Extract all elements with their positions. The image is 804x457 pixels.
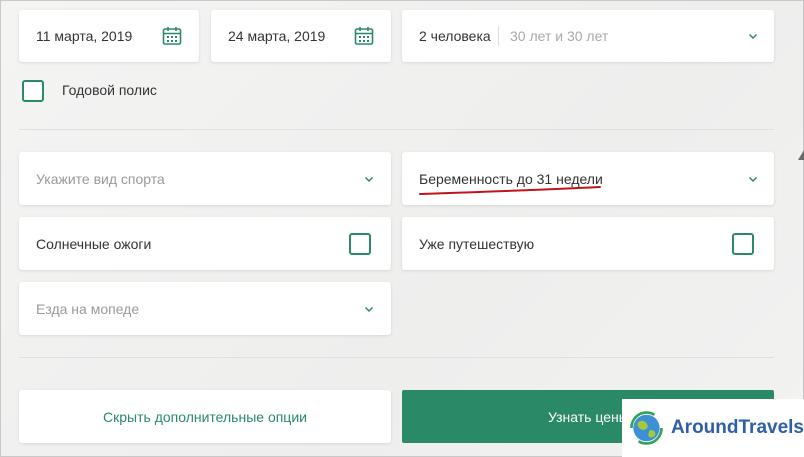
chevron-down-icon xyxy=(364,176,374,183)
annual-policy-checkbox[interactable] xyxy=(22,80,44,102)
date-from-value: 11 марта, 2019 xyxy=(36,28,133,44)
hide-options-button[interactable]: Скрыть дополнительные опции xyxy=(19,390,391,443)
logo-brand-text: AroundTravels xyxy=(670,417,804,438)
annual-policy-label: Годовой полис xyxy=(62,82,157,98)
moped-select[interactable]: Езда на мопеде xyxy=(19,282,391,335)
already-travelling-label: Уже путешествую xyxy=(419,235,535,252)
travellers-ages: 30 лет и 30 лет xyxy=(510,28,609,44)
chevron-down-icon xyxy=(748,33,758,40)
sunburn-checkbox[interactable] xyxy=(349,233,371,255)
sport-placeholder: Укажите вид спорта xyxy=(36,170,165,187)
travellers-count: 2 человека xyxy=(419,28,491,44)
pregnancy-select[interactable]: Беременность до 31 недели xyxy=(402,152,774,205)
chevron-down-icon xyxy=(748,176,758,183)
sport-select[interactable]: Укажите вид спорта xyxy=(19,152,391,205)
travellers-select[interactable]: 2 человека 30 лет и 30 лет xyxy=(402,10,774,62)
annotation-underline xyxy=(419,186,601,195)
window-corner-mark xyxy=(798,150,804,160)
calendar-icon[interactable] xyxy=(354,26,374,46)
calendar-icon[interactable] xyxy=(162,26,182,46)
get-price-label: Узнать цены xyxy=(548,408,629,425)
aroundtravels-logo: AroundTravels xyxy=(622,399,804,457)
sunburn-option[interactable]: Солнечные ожоги xyxy=(19,217,391,270)
section-divider xyxy=(19,357,774,358)
sunburn-label: Солнечные ожоги xyxy=(36,235,152,252)
globe-icon xyxy=(630,411,663,445)
section-divider xyxy=(19,129,774,130)
chevron-down-icon xyxy=(364,306,374,313)
already-travelling-option[interactable]: Уже путешествую xyxy=(402,217,774,270)
date-from-field[interactable]: 11 марта, 2019 xyxy=(19,10,199,62)
hide-options-label: Скрыть дополнительные опции xyxy=(103,408,307,425)
date-to-field[interactable]: 24 марта, 2019 xyxy=(211,10,391,62)
moped-placeholder: Езда на мопеде xyxy=(36,300,140,317)
already-travelling-checkbox[interactable] xyxy=(732,233,754,255)
travellers-separator xyxy=(498,26,499,46)
date-to-value: 24 марта, 2019 xyxy=(228,28,326,44)
